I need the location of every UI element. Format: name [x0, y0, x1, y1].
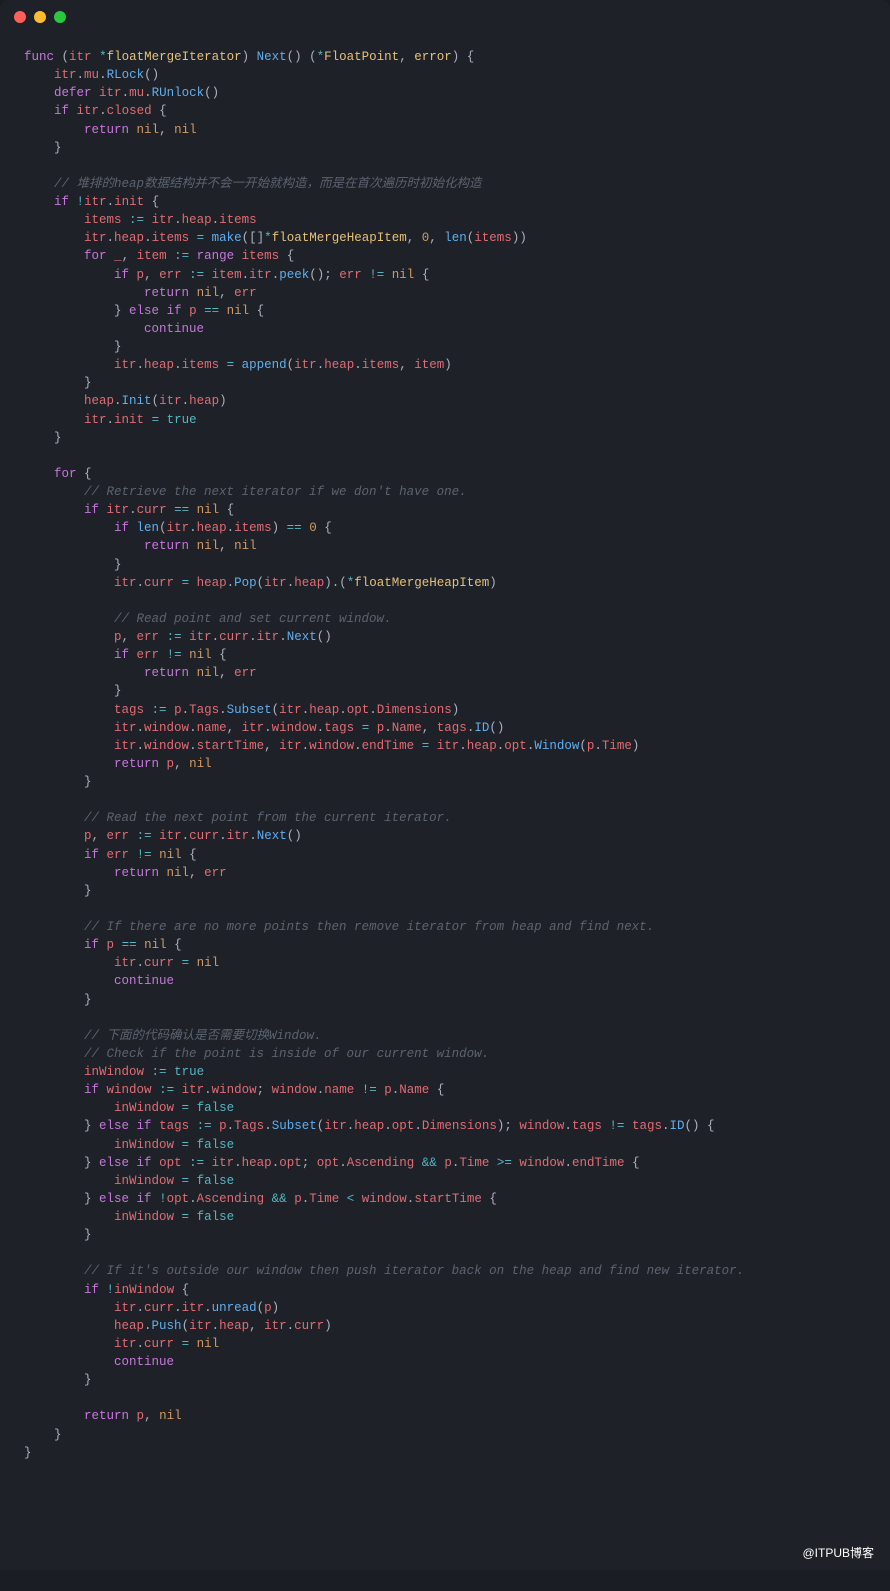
editor-window: func (itr *floatMergeIterator) Next() (*… — [0, 0, 890, 1570]
titlebar — [0, 0, 890, 34]
close-icon[interactable] — [14, 11, 26, 23]
window-controls — [14, 11, 66, 23]
watermark: @ITPUB博客 — [802, 1545, 874, 1562]
minimize-icon[interactable] — [34, 11, 46, 23]
maximize-icon[interactable] — [54, 11, 66, 23]
code-block: func (itr *floatMergeIterator) Next() (*… — [0, 34, 890, 1492]
